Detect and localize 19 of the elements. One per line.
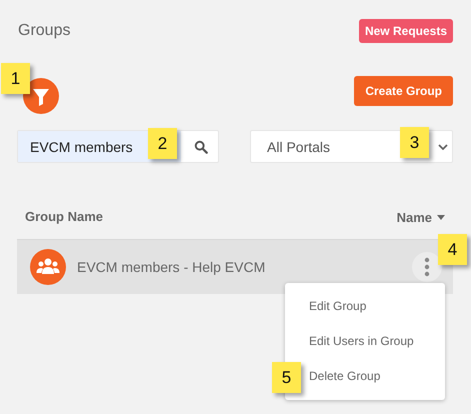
page-title: Groups <box>18 22 70 40</box>
sort-button[interactable]: Name <box>396 210 445 225</box>
caret-down-icon <box>437 215 445 220</box>
more-options-icon[interactable] <box>412 252 442 282</box>
people-icon <box>30 249 66 285</box>
callout-note: 4 <box>438 234 467 265</box>
chevron-down-icon <box>438 144 448 150</box>
filter-icon[interactable] <box>23 78 59 114</box>
search-icon[interactable] <box>194 140 208 154</box>
menu-item[interactable]: Edit Users in Group <box>305 324 418 359</box>
column-header: Group Name <box>25 208 104 224</box>
callout-note: 3 <box>400 127 429 158</box>
callout-note: 5 <box>272 362 301 393</box>
create-group-button[interactable]: Create Group <box>354 76 453 106</box>
menu-item[interactable]: Delete Group <box>305 359 384 394</box>
callout-note: 1 <box>1 63 30 94</box>
new-requests-button[interactable]: New Requests <box>358 19 453 43</box>
group-name: EVCM members - Help EVCM <box>77 259 266 275</box>
callout-note: 2 <box>148 128 177 159</box>
